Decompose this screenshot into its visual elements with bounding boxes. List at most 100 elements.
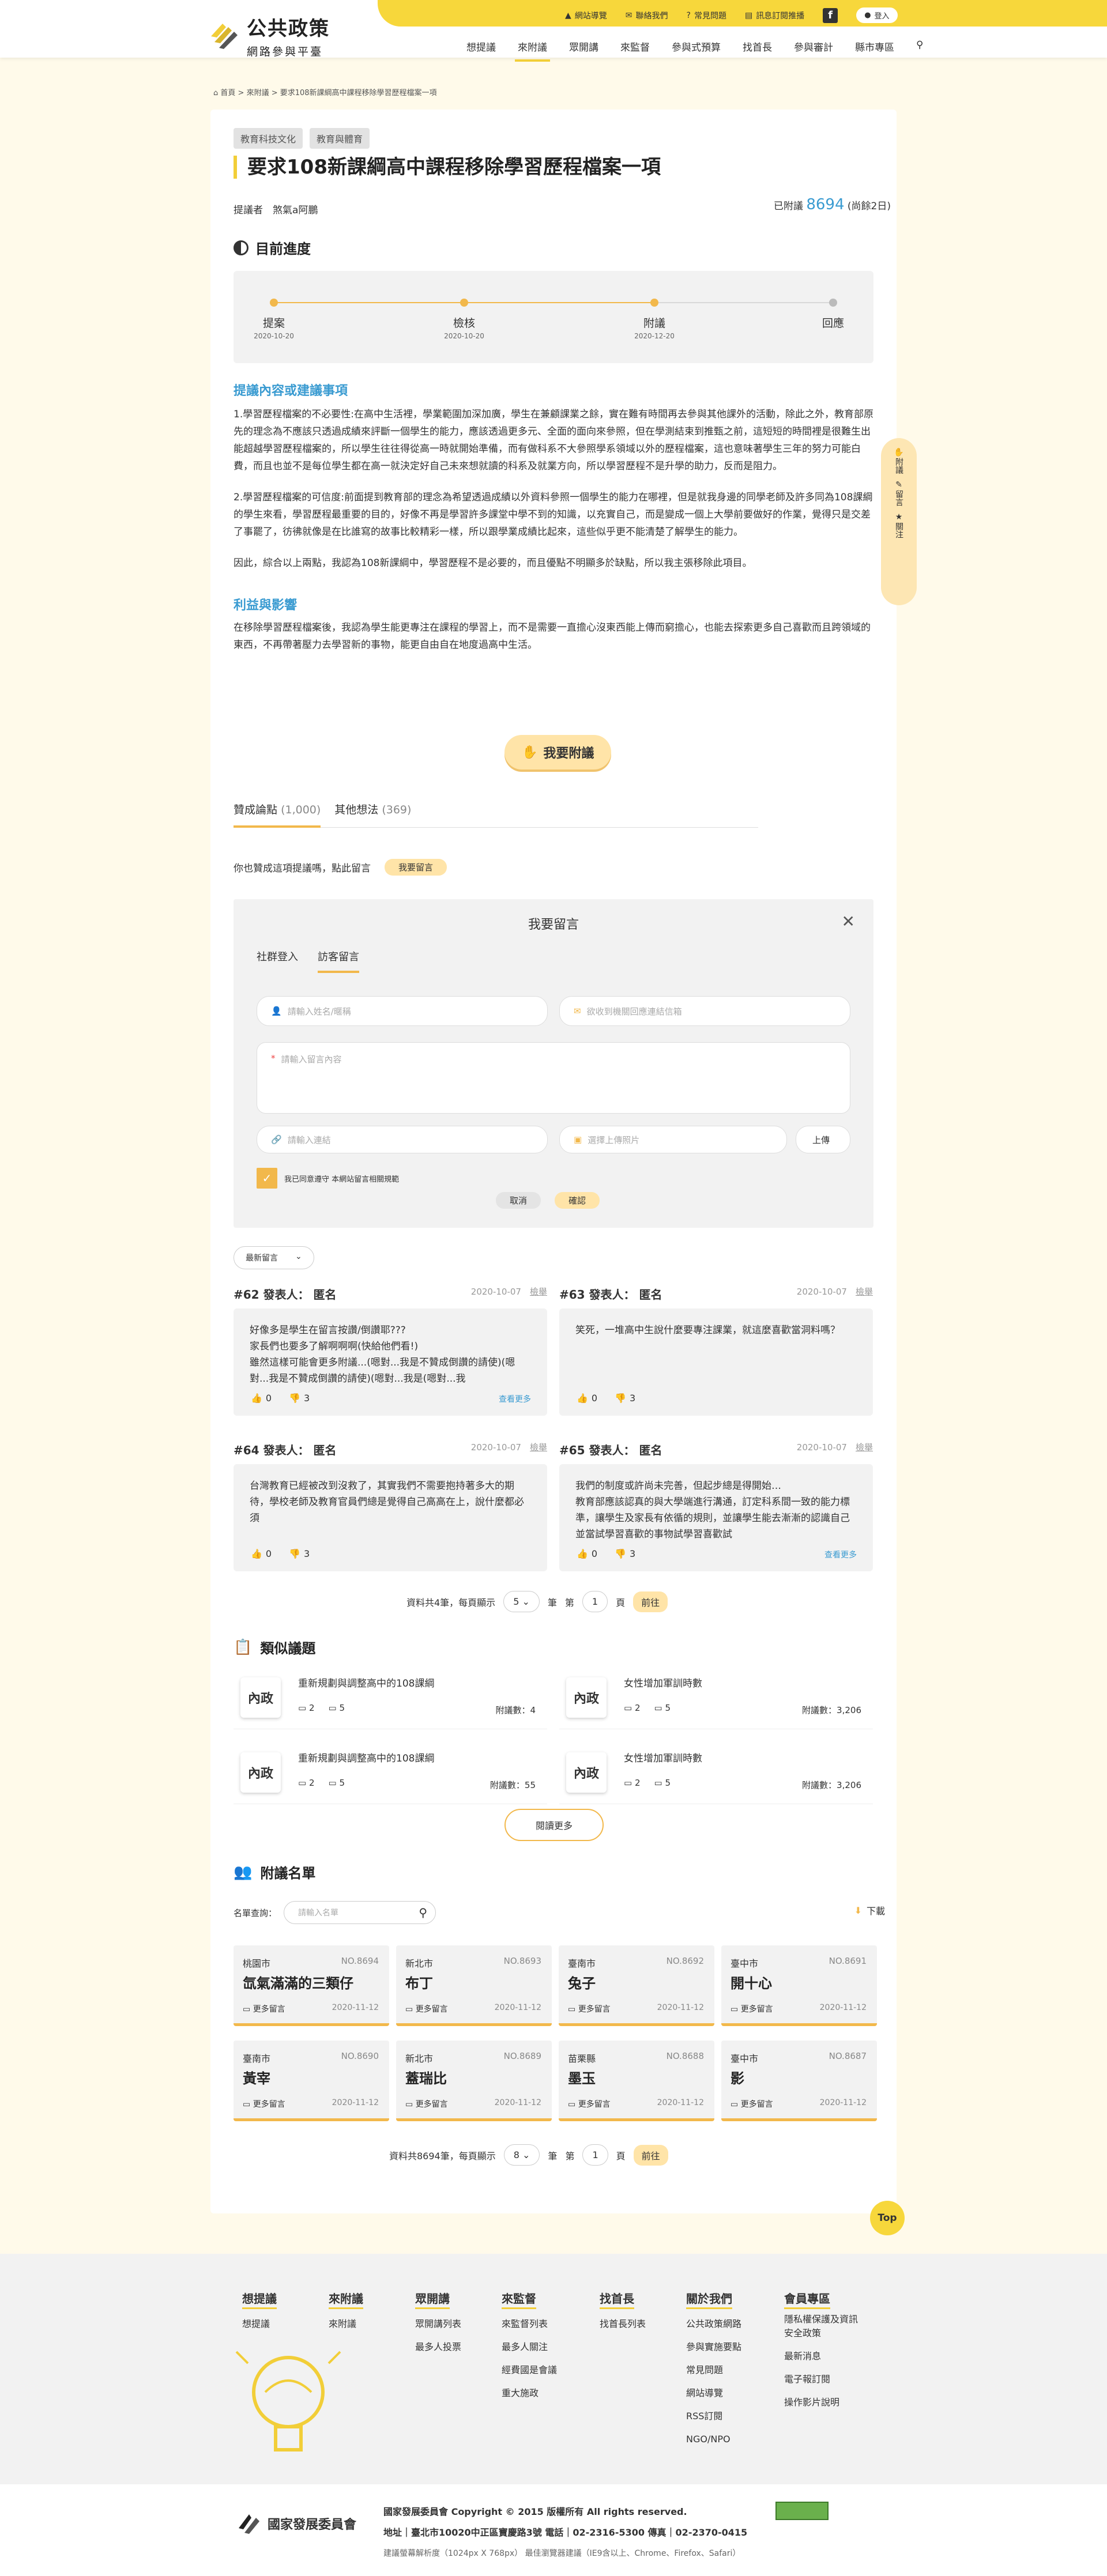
nav-item[interactable]: 眾開講 (558, 39, 609, 54)
faq-link[interactable]: ? 常見問題 (687, 10, 726, 21)
more-comments-link[interactable]: ▭ 更多留言 (243, 2003, 285, 2015)
back-to-top-button[interactable]: Top (870, 2201, 905, 2235)
subscribe-link[interactable]: ▤ 訊息訂閱推播 (745, 10, 804, 21)
confirm-button[interactable]: 確認 (555, 1192, 600, 1209)
contact-link[interactable]: ✉ 聯絡我們 (626, 10, 668, 21)
login-button[interactable]: ● 登入 (856, 7, 898, 23)
nav-item[interactable]: 來監督 (609, 39, 661, 54)
footer-heading[interactable]: 找首長 (600, 2290, 634, 2309)
upload-button[interactable]: 上傳 (796, 1126, 850, 1153)
footer-heading[interactable]: 想提議 (242, 2290, 277, 2309)
search-icon[interactable]: ⚲ (419, 1906, 427, 1919)
site-logo[interactable]: 公共政策 網路參與平臺 (209, 13, 330, 59)
report-link[interactable]: 檢舉 (530, 1287, 547, 1297)
report-link[interactable]: 檢舉 (856, 1442, 873, 1453)
sort-select[interactable]: 最新留言 ⌄ (234, 1246, 314, 1269)
dislike-button[interactable]: 👎 3 (615, 1546, 635, 1562)
footer-heading[interactable]: 關於我們 (686, 2290, 732, 2309)
more-comments-link[interactable]: ▭ 更多留言 (243, 2098, 285, 2110)
footer-heading[interactable]: 會員專區 (784, 2290, 830, 2309)
facebook-icon[interactable]: f (823, 7, 838, 23)
float-follow-button[interactable]: ★ 關注 (894, 512, 904, 538)
content-field[interactable]: * 請輸入留言內容 (257, 1042, 850, 1114)
cancel-button[interactable]: 取消 (496, 1192, 541, 1209)
more-comments-link[interactable]: ▭ 更多留言 (405, 2098, 448, 2110)
footer-link[interactable]: 眾開講列表 (415, 2313, 461, 2336)
similar-item[interactable]: 內政 重新規劃與調整高中的108課綱 ▭ 2 ▭ 5 附議數：55 (234, 1741, 547, 1804)
footer-link[interactable]: 參與實施要點 (686, 2336, 741, 2359)
float-comment-button[interactable]: ✎ 留言 (894, 480, 904, 506)
like-button[interactable]: 👍 0 (251, 1546, 272, 1562)
per-page-select[interactable]: 8 ⌄ (503, 2144, 540, 2166)
footer-link[interactable]: RSS訂閱 (686, 2405, 741, 2428)
footer-link[interactable]: 操作影片說明 (784, 2396, 859, 2409)
like-button[interactable]: 👍 0 (577, 1546, 597, 1562)
tab-support[interactable]: 贊成論點 (1,000) (234, 801, 321, 828)
dislike-button[interactable]: 👎 3 (289, 1390, 310, 1406)
go-button[interactable]: 前往 (633, 1591, 668, 1612)
read-more-button[interactable]: 閱讀更多 (504, 1809, 604, 1841)
nav-item[interactable]: 想提議 (455, 39, 507, 54)
close-icon[interactable]: ✕ (842, 912, 855, 931)
float-second-button[interactable]: ✋ 附議 (894, 447, 904, 474)
email-field[interactable]: ✉ 欲收到機關回應連結信箱 (559, 996, 850, 1026)
more-comments-link[interactable]: ▭ 更多留言 (568, 2098, 611, 2110)
second-button[interactable]: ✋ 我要附議 (504, 735, 612, 770)
tag[interactable]: 教育與體育 (310, 128, 370, 149)
page-input[interactable]: 1 (582, 1591, 608, 1612)
footer-link[interactable]: 最多人投票 (415, 2336, 461, 2359)
footer-link[interactable]: 公共政策網路 (686, 2313, 741, 2336)
home-icon[interactable]: ⌂ (213, 89, 218, 97)
dislike-button[interactable]: 👎 3 (289, 1546, 310, 1562)
download-button[interactable]: ⬇ 下載 (854, 1903, 885, 1917)
accessibility-badge[interactable] (775, 2502, 829, 2520)
agree-checkbox[interactable]: ✓ (257, 1168, 277, 1189)
sitemap-link[interactable]: ▲ 網站導覽 (565, 10, 607, 21)
leave-comment-button[interactable]: 我要留言 (385, 859, 447, 876)
search-icon[interactable]: ⚲ (905, 39, 934, 54)
nav-item[interactable]: 參與審計 (783, 39, 844, 54)
show-more-link[interactable]: 查看更多 (824, 1547, 857, 1563)
page-input[interactable]: 1 (582, 2144, 608, 2166)
footer-link[interactable]: NGO/NPO (686, 2428, 741, 2451)
footer-link[interactable]: 重大施政 (502, 2382, 557, 2405)
image-field[interactable]: ▣ 選擇上傳照片 (559, 1126, 787, 1153)
footer-link[interactable]: 來附議 (329, 2313, 363, 2336)
name-field[interactable]: 👤 請輸入姓名/暱稱 (257, 996, 548, 1026)
tab-other[interactable]: 其他想法 (369) (334, 801, 411, 827)
more-comments-link[interactable]: ▭ 更多留言 (731, 2003, 773, 2015)
footer-link[interactable]: 隱私權保護及資訊安全政策 (784, 2313, 859, 2340)
footer-heading[interactable]: 來監督 (502, 2290, 536, 2309)
report-link[interactable]: 檢舉 (530, 1442, 547, 1453)
show-more-link[interactable]: 查看更多 (499, 1391, 531, 1408)
similar-item[interactable]: 內政 女性增加軍訓時數 ▭ 2 ▭ 5 附議數：3,206 (559, 1741, 873, 1804)
footer-heading[interactable]: 眾開講 (415, 2290, 450, 2309)
footer-link[interactable]: 來監督列表 (502, 2313, 557, 2336)
like-button[interactable]: 👍 0 (251, 1390, 272, 1406)
footer-link[interactable]: 經費國是會議 (502, 2359, 557, 2382)
like-button[interactable]: 👍 0 (577, 1390, 597, 1406)
tab-social-login[interactable]: 社群登入 (257, 949, 298, 973)
more-comments-link[interactable]: ▭ 更多留言 (405, 2003, 448, 2015)
report-link[interactable]: 檢舉 (856, 1287, 873, 1297)
similar-item[interactable]: 內政 重新規劃與調整高中的108課綱 ▭ 2 ▭ 5 附議數：4 (234, 1666, 547, 1729)
more-comments-link[interactable]: ▭ 更多留言 (731, 2098, 773, 2110)
footer-link[interactable]: 最多人關注 (502, 2336, 557, 2359)
footer-link[interactable]: 找首長列表 (600, 2313, 646, 2336)
go-button[interactable]: 前往 (633, 2144, 668, 2166)
nav-item-active[interactable]: 來附議 (507, 39, 558, 62)
footer-link[interactable]: 常見問題 (686, 2359, 741, 2382)
tab-guest[interactable]: 訪客留言 (318, 949, 359, 973)
footer-link[interactable]: 網站導覽 (686, 2382, 741, 2405)
nav-item[interactable]: 縣市專區 (844, 39, 905, 54)
footer-link[interactable]: 想提議 (242, 2313, 277, 2336)
per-page-select[interactable]: 5 ⌄ (503, 1591, 540, 1612)
nav-item[interactable]: 找首長 (732, 39, 783, 54)
link-field[interactable]: 🔗 請輸入連結 (257, 1126, 548, 1153)
tag[interactable]: 教育科技文化 (234, 128, 303, 149)
footer-link[interactable]: 最新消息 (784, 2349, 859, 2363)
footer-heading[interactable]: 來附議 (329, 2290, 363, 2309)
footer-link[interactable]: 電子報訂閱 (784, 2373, 859, 2386)
signer-search-input[interactable]: 請輸入名單 ⚲ (284, 1901, 436, 1924)
similar-item[interactable]: 內政 女性增加軍訓時數 ▭ 2 ▭ 5 附議數：3,206 (559, 1666, 873, 1729)
